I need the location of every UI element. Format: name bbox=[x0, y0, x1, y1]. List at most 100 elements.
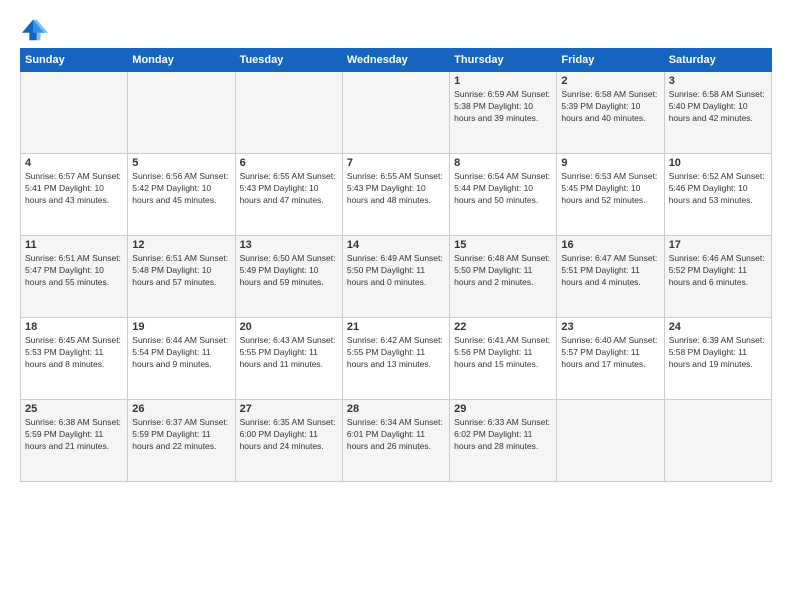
calendar-body: 1 Sunrise: 6:59 AM Sunset: 5:38 PM Daylig… bbox=[21, 72, 772, 482]
logo-icon bbox=[20, 16, 48, 44]
calendar-week-row: 25 Sunrise: 6:38 AM Sunset: 5:59 PM Dayli… bbox=[21, 400, 772, 482]
day-info: Sunrise: 6:42 AM Sunset: 5:55 PM Dayligh… bbox=[347, 335, 445, 371]
calendar-cell: 9 Sunrise: 6:53 AM Sunset: 5:45 PM Daylig… bbox=[557, 154, 664, 236]
day-info: Sunrise: 6:55 AM Sunset: 5:43 PM Dayligh… bbox=[347, 171, 445, 207]
calendar-cell: 19Sunrise: 6:44 AM Sunset: 5:54 PM Dayli… bbox=[128, 318, 235, 400]
calendar-cell: 7 Sunrise: 6:55 AM Sunset: 5:43 PM Daylig… bbox=[342, 154, 449, 236]
day-number: 18 bbox=[25, 321, 123, 333]
calendar-cell: 1 Sunrise: 6:59 AM Sunset: 5:38 PM Daylig… bbox=[450, 72, 557, 154]
day-header: Wednesday bbox=[342, 49, 449, 72]
calendar-cell bbox=[664, 400, 771, 482]
calendar-cell: 5 Sunrise: 6:56 AM Sunset: 5:42 PM Daylig… bbox=[128, 154, 235, 236]
day-header: Thursday bbox=[450, 49, 557, 72]
calendar-cell: 17 Sunrise: 6:46 AM Sunset: 5:52 PM Dayli… bbox=[664, 236, 771, 318]
day-number: 29 bbox=[454, 403, 552, 415]
calendar-cell: 27 Sunrise: 6:35 AM Sunset: 6:00 PM Dayli… bbox=[235, 400, 342, 482]
day-info: Sunrise: 6:50 AM Sunset: 5:49 PM Dayligh… bbox=[240, 253, 338, 289]
day-info: Sunrise: 6:51 AM Sunset: 5:48 PM Dayligh… bbox=[132, 253, 230, 289]
calendar-cell: 22 Sunrise: 6:41 AM Sunset: 5:56 PM Dayli… bbox=[450, 318, 557, 400]
day-info: Sunrise: 6:48 AM Sunset: 5:50 PM Dayligh… bbox=[454, 253, 552, 289]
calendar-cell: 6 Sunrise: 6:55 AM Sunset: 5:43 PM Daylig… bbox=[235, 154, 342, 236]
day-info: Sunrise: 6:59 AM Sunset: 5:38 PM Dayligh… bbox=[454, 89, 552, 125]
day-info: Sunrise: 6:41 AM Sunset: 5:56 PM Dayligh… bbox=[454, 335, 552, 371]
header bbox=[20, 16, 772, 44]
day-number: 27 bbox=[240, 403, 338, 415]
calendar-cell: 12 Sunrise: 6:51 AM Sunset: 5:48 PM Dayli… bbox=[128, 236, 235, 318]
calendar-cell bbox=[235, 72, 342, 154]
day-number: 10 bbox=[669, 157, 767, 169]
day-number: 15 bbox=[454, 239, 552, 251]
day-header: Monday bbox=[128, 49, 235, 72]
day-number: 28 bbox=[347, 403, 445, 415]
day-number: 12 bbox=[132, 239, 230, 251]
calendar-cell bbox=[21, 72, 128, 154]
day-info: Sunrise: 6:53 AM Sunset: 5:45 PM Dayligh… bbox=[561, 171, 659, 207]
day-number: 22 bbox=[454, 321, 552, 333]
day-number: 2 bbox=[561, 75, 659, 87]
calendar-cell: 10 Sunrise: 6:52 AM Sunset: 5:46 PM Dayli… bbox=[664, 154, 771, 236]
day-number: 3 bbox=[669, 75, 767, 87]
calendar-cell: 2Sunrise: 6:58 AM Sunset: 5:39 PM Daylig… bbox=[557, 72, 664, 154]
day-info: Sunrise: 6:56 AM Sunset: 5:42 PM Dayligh… bbox=[132, 171, 230, 207]
calendar-cell: 15 Sunrise: 6:48 AM Sunset: 5:50 PM Dayli… bbox=[450, 236, 557, 318]
calendar-cell: 28 Sunrise: 6:34 AM Sunset: 6:01 PM Dayli… bbox=[342, 400, 449, 482]
day-number: 23 bbox=[561, 321, 659, 333]
day-info: Sunrise: 6:43 AM Sunset: 5:55 PM Dayligh… bbox=[240, 335, 338, 371]
calendar-cell: 25 Sunrise: 6:38 AM Sunset: 5:59 PM Dayli… bbox=[21, 400, 128, 482]
day-info: Sunrise: 6:55 AM Sunset: 5:43 PM Dayligh… bbox=[240, 171, 338, 207]
calendar-cell: 21 Sunrise: 6:42 AM Sunset: 5:55 PM Dayli… bbox=[342, 318, 449, 400]
day-number: 5 bbox=[132, 157, 230, 169]
day-info: Sunrise: 6:40 AM Sunset: 5:57 PM Dayligh… bbox=[561, 335, 659, 371]
day-number: 7 bbox=[347, 157, 445, 169]
day-info: Sunrise: 6:51 AM Sunset: 5:47 PM Dayligh… bbox=[25, 253, 123, 289]
day-info: Sunrise: 6:38 AM Sunset: 5:59 PM Dayligh… bbox=[25, 417, 123, 453]
logo bbox=[20, 16, 52, 44]
day-info: Sunrise: 6:58 AM Sunset: 5:40 PM Dayligh… bbox=[669, 89, 767, 125]
calendar-cell: 29Sunrise: 6:33 AM Sunset: 6:02 PM Dayli… bbox=[450, 400, 557, 482]
day-info: Sunrise: 6:37 AM Sunset: 5:59 PM Dayligh… bbox=[132, 417, 230, 453]
day-number: 26 bbox=[132, 403, 230, 415]
day-info: Sunrise: 6:46 AM Sunset: 5:52 PM Dayligh… bbox=[669, 253, 767, 289]
day-info: Sunrise: 6:34 AM Sunset: 6:01 PM Dayligh… bbox=[347, 417, 445, 453]
calendar-week-row: 4Sunrise: 6:57 AM Sunset: 5:41 PM Daylig… bbox=[21, 154, 772, 236]
day-info: Sunrise: 6:47 AM Sunset: 5:51 PM Dayligh… bbox=[561, 253, 659, 289]
day-number: 17 bbox=[669, 239, 767, 251]
calendar-cell: 14 Sunrise: 6:49 AM Sunset: 5:50 PM Dayli… bbox=[342, 236, 449, 318]
calendar-week-row: 18 Sunrise: 6:45 AM Sunset: 5:53 PM Dayli… bbox=[21, 318, 772, 400]
page: SundayMondayTuesdayWednesdayThursdayFrid… bbox=[0, 0, 792, 612]
calendar-cell: 24 Sunrise: 6:39 AM Sunset: 5:58 PM Dayli… bbox=[664, 318, 771, 400]
calendar-cell: 13 Sunrise: 6:50 AM Sunset: 5:49 PM Dayli… bbox=[235, 236, 342, 318]
day-number: 25 bbox=[25, 403, 123, 415]
day-header: Saturday bbox=[664, 49, 771, 72]
day-header: Sunday bbox=[21, 49, 128, 72]
day-number: 8 bbox=[454, 157, 552, 169]
day-number: 14 bbox=[347, 239, 445, 251]
day-number: 1 bbox=[454, 75, 552, 87]
day-info: Sunrise: 6:52 AM Sunset: 5:46 PM Dayligh… bbox=[669, 171, 767, 207]
calendar-cell bbox=[557, 400, 664, 482]
day-number: 4 bbox=[25, 157, 123, 169]
day-number: 11 bbox=[25, 239, 123, 251]
calendar-cell: 3 Sunrise: 6:58 AM Sunset: 5:40 PM Daylig… bbox=[664, 72, 771, 154]
calendar-table: SundayMondayTuesdayWednesdayThursdayFrid… bbox=[20, 48, 772, 482]
day-number: 20 bbox=[240, 321, 338, 333]
calendar-cell: 23 Sunrise: 6:40 AM Sunset: 5:57 PM Dayli… bbox=[557, 318, 664, 400]
day-number: 24 bbox=[669, 321, 767, 333]
calendar-week-row: 1 Sunrise: 6:59 AM Sunset: 5:38 PM Daylig… bbox=[21, 72, 772, 154]
day-number: 16 bbox=[561, 239, 659, 251]
calendar-cell: 8 Sunrise: 6:54 AM Sunset: 5:44 PM Daylig… bbox=[450, 154, 557, 236]
day-info: Sunrise: 6:39 AM Sunset: 5:58 PM Dayligh… bbox=[669, 335, 767, 371]
day-number: 19 bbox=[132, 321, 230, 333]
day-info: Sunrise: 6:35 AM Sunset: 6:00 PM Dayligh… bbox=[240, 417, 338, 453]
day-number: 13 bbox=[240, 239, 338, 251]
day-number: 21 bbox=[347, 321, 445, 333]
calendar-cell: 4Sunrise: 6:57 AM Sunset: 5:41 PM Daylig… bbox=[21, 154, 128, 236]
day-info: Sunrise: 6:54 AM Sunset: 5:44 PM Dayligh… bbox=[454, 171, 552, 207]
day-info: Sunrise: 6:49 AM Sunset: 5:50 PM Dayligh… bbox=[347, 253, 445, 289]
day-info: Sunrise: 6:45 AM Sunset: 5:53 PM Dayligh… bbox=[25, 335, 123, 371]
day-number: 6 bbox=[240, 157, 338, 169]
day-number: 9 bbox=[561, 157, 659, 169]
calendar-cell bbox=[342, 72, 449, 154]
day-header: Friday bbox=[557, 49, 664, 72]
calendar-cell bbox=[128, 72, 235, 154]
